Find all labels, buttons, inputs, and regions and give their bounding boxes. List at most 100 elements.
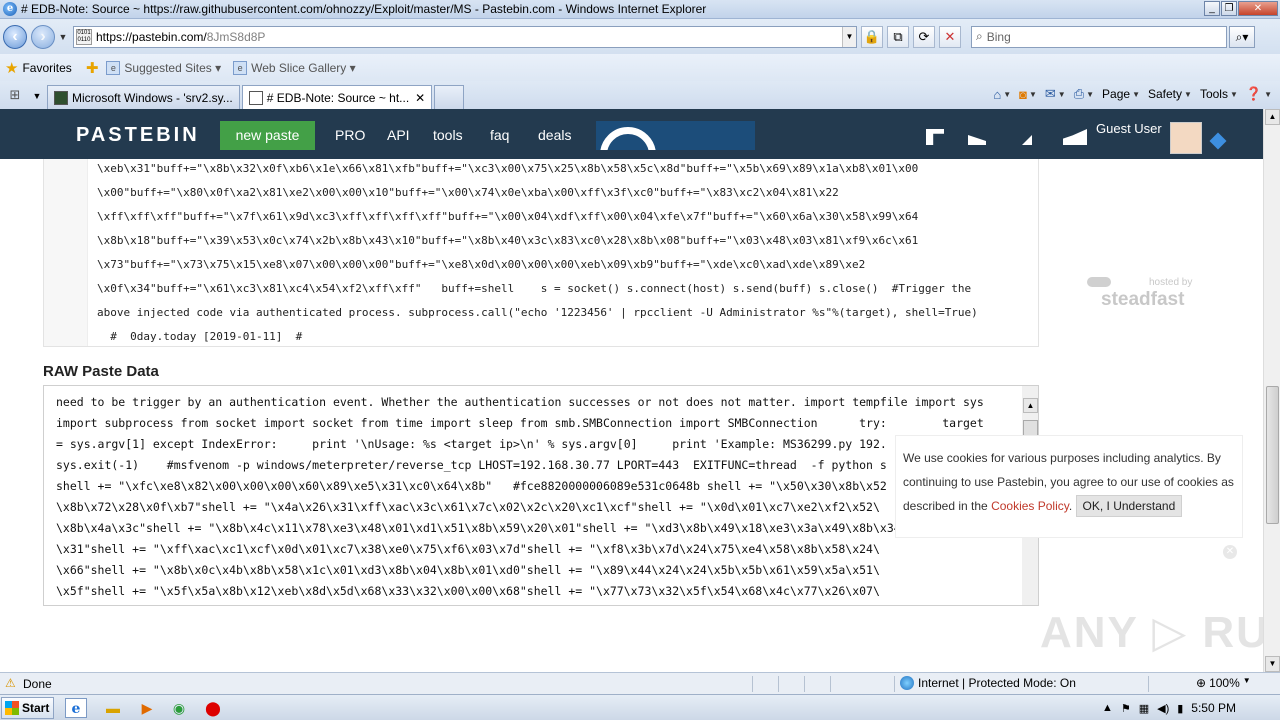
suggested-sites-link[interactable]: e Suggested Sites ▾ <box>106 60 221 75</box>
network-icon[interactable]: ▦ <box>1139 702 1149 715</box>
steadfast-brand: steadfast <box>1101 289 1185 310</box>
flag-icon[interactable]: ⚑ <box>1121 702 1131 715</box>
page-icon <box>248 90 263 105</box>
forward-button[interactable]: › <box>31 24 55 49</box>
web-slice-gallery-label: Web Slice Gallery ▾ <box>251 60 356 75</box>
explorer-folder-icon[interactable]: ▬ <box>102 698 124 718</box>
guest-user-label[interactable]: Guest User <box>1096 121 1162 136</box>
print-button[interactable]: ⎙ ▼ <box>1074 86 1094 102</box>
code-line: \xff\xff\xff"buff+="\x7f\x61\x9d\xc3\xff… <box>97 210 919 223</box>
ie-logo-icon: e <box>3 2 17 16</box>
search-placeholder: Bing <box>986 29 1011 44</box>
search-input[interactable]: ⌕ Bing <box>971 25 1227 48</box>
window-controls: _ ❐ ✕ <box>1204 1 1278 16</box>
tab-bar: ⊞ ▼ Microsoft Windows - 'srv2.sy... # ED… <box>0 81 1280 109</box>
nav-tools[interactable]: tools <box>433 127 463 143</box>
raw-paste-textarea[interactable]: need to be trigger by an authentication … <box>43 385 1039 606</box>
compatibility-view-icon[interactable]: ⧉ <box>887 25 909 48</box>
window-title: # EDB-Note: Source ~ https://raw.githubu… <box>21 2 707 16</box>
power-icon[interactable]: ▮ <box>1177 702 1183 715</box>
scroll-up-arrow[interactable]: ▲ <box>1265 109 1280 125</box>
status-divider <box>894 676 895 692</box>
help-button[interactable]: ❓ ▼ <box>1246 86 1272 102</box>
mail-button[interactable]: ✉ ▼ <box>1045 86 1066 102</box>
print-icon: ⎙ <box>1073 86 1085 101</box>
page-scrollbar[interactable]: ▲ ▼ <box>1263 109 1280 672</box>
start-button[interactable]: Start <box>1 697 54 719</box>
address-dropdown[interactable]: ▼ <box>842 26 856 47</box>
menu-diamond-icon[interactable] <box>1209 132 1227 150</box>
web-slice-gallery-link[interactable]: e Web Slice Gallery ▾ <box>233 60 356 75</box>
hosted-by-label: hosted by <box>1149 277 1193 288</box>
raw-line: \x8b\x72\x28\x0f\xb7"shell += "\x4a\x26\… <box>56 500 880 514</box>
system-tray: ▲ ⚑ ▦ ◀) ▮ 5:50 PM <box>1102 698 1280 718</box>
raw-line: shell += "\xfc\xe8\x82\x00\x00\x00\x60\x… <box>56 479 887 493</box>
refresh-icon[interactable]: ⟳ <box>913 25 935 48</box>
lock-icon[interactable]: 🔒 <box>861 25 883 48</box>
code-line: \xeb\x31"buff+="\x8b\x32\x0f\xb6\x1e\x66… <box>97 162 919 175</box>
tab-list-dropdown[interactable]: ▼ <box>29 85 45 107</box>
close-tab-icon[interactable]: ✕ <box>415 91 425 105</box>
cookies-policy-link[interactable]: Cookies Policy <box>991 499 1069 513</box>
minimize-button[interactable]: _ <box>1204 1 1220 16</box>
safety-menu[interactable]: Safety ▼ <box>1148 87 1192 101</box>
tray-arrow-icon[interactable]: ▲ <box>1102 702 1113 714</box>
zoom-icon: ⊕ <box>1196 676 1207 690</box>
page-menu[interactable]: Page ▼ <box>1102 87 1140 101</box>
security-zone[interactable]: Internet | Protected Mode: On <box>900 676 1076 690</box>
address-bar[interactable]: 0101 0110 https://pastebin.com/8JmS8d8P ▼ <box>73 25 857 48</box>
status-divider <box>804 676 805 692</box>
scroll-down-arrow[interactable]: ▼ <box>1265 656 1280 672</box>
favorites-button[interactable]: Favorites <box>22 61 71 75</box>
pastebin-header: PASTEBIN new paste PRO API tools faq dea… <box>0 109 1263 159</box>
security-shield-icon[interactable]: ⬤ <box>202 698 224 718</box>
raw-line: \x66"shell += "\x8b\x0c\x4b\x8b\x58\x1c\… <box>56 563 880 577</box>
cookie-accept-button[interactable]: OK, I Understand <box>1075 495 1183 517</box>
nav-api[interactable]: API <box>387 127 410 143</box>
feeds-button[interactable]: ◙ ▼ <box>1019 87 1037 102</box>
chrome-icon[interactable]: ◉ <box>168 698 190 718</box>
avatar[interactable] <box>1170 122 1202 154</box>
media-player-icon[interactable]: ▶ <box>136 698 158 718</box>
paste-icon[interactable] <box>926 129 944 145</box>
tab-microsoft-windows[interactable]: Microsoft Windows - 'srv2.sy... <box>47 85 240 109</box>
recent-pages-dropdown[interactable]: ▼ <box>57 32 69 42</box>
clock[interactable]: 5:50 PM <box>1191 701 1236 715</box>
favorites-bar: ★ Favorites ✚ e Suggested Sites ▾ e Web … <box>0 54 1280 81</box>
scroll-up-arrow[interactable]: ▲ <box>1023 398 1038 413</box>
restore-button[interactable]: ❐ <box>1221 1 1237 16</box>
status-divider <box>1148 676 1149 692</box>
volume-icon[interactable]: ◀) <box>1157 702 1169 715</box>
quick-tabs-icon[interactable]: ⊞ <box>3 85 27 107</box>
status-divider <box>778 676 779 692</box>
ie-page-icon: e <box>233 60 248 75</box>
new-tab-button[interactable] <box>434 85 465 109</box>
tab-label: # EDB-Note: Source ~ ht... <box>266 90 410 105</box>
stop-icon[interactable]: ✕ <box>939 25 961 48</box>
back-button[interactable]: ‹ <box>3 24 27 49</box>
zoom-control[interactable]: ⊕ 100% ▼ <box>1196 676 1251 690</box>
page-scroll-thumb[interactable] <box>1266 386 1279 524</box>
anyrun-watermark: ANY ▷ RUN <box>1040 608 1263 657</box>
code-line: # 0day.today [2019-01-11] # <box>97 330 303 343</box>
nav-pro[interactable]: PRO <box>335 127 365 143</box>
ie-taskbar-icon[interactable]: e <box>65 698 87 718</box>
nav-faq[interactable]: faq <box>490 127 509 143</box>
start-label: Start <box>22 701 50 715</box>
add-favorite-icon[interactable]: ✚ <box>86 59 99 77</box>
raw-scroll-thumb[interactable] <box>1023 420 1038 436</box>
nav-deals[interactable]: deals <box>538 127 571 143</box>
new-paste-button[interactable]: new paste <box>220 121 315 150</box>
messages-icon[interactable] <box>968 135 986 145</box>
home-button[interactable]: ⌂ ▼ <box>993 87 1011 102</box>
tools-menu[interactable]: Tools ▼ <box>1200 87 1238 101</box>
search-widget[interactable] <box>596 121 755 150</box>
tab-edb-note[interactable]: # EDB-Note: Source ~ ht... ✕ <box>241 85 433 109</box>
close-button[interactable]: ✕ <box>1238 1 1278 16</box>
pastebin-logo[interactable]: PASTEBIN <box>76 124 200 147</box>
search-button[interactable]: ⌕▾ <box>1229 25 1255 48</box>
cookie-close-icon[interactable]: ✕ <box>1223 545 1237 559</box>
notifications-icon[interactable] <box>1022 135 1032 145</box>
cookie-after: . <box>1068 499 1076 513</box>
alerts-icon[interactable] <box>1063 129 1087 145</box>
